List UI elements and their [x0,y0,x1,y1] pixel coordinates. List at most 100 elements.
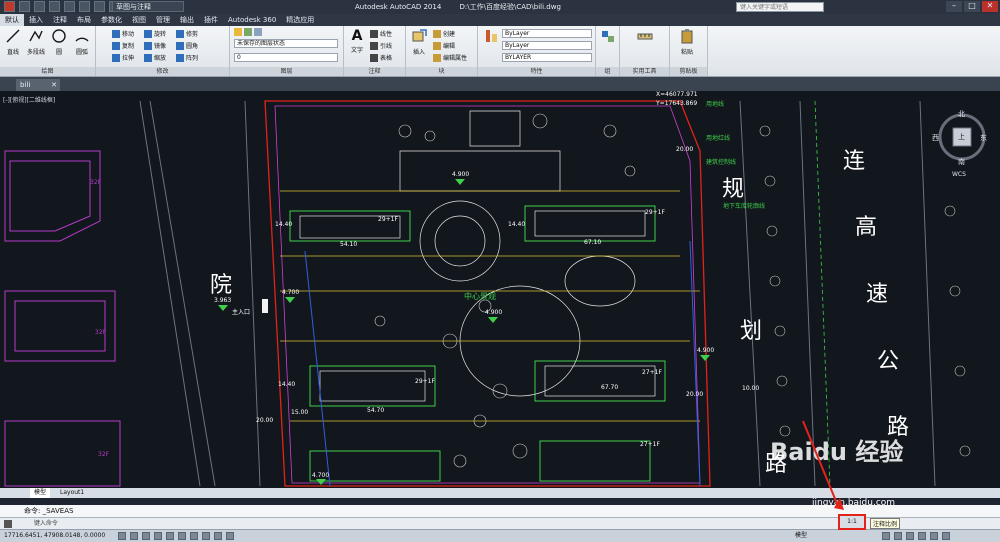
clean-screen-icon[interactable] [942,532,950,540]
linetype-combo[interactable]: ByLayer [502,41,592,50]
save-as-icon[interactable] [64,1,75,12]
close-button[interactable]: ✕ [982,1,998,12]
line-tool[interactable]: 直线 [2,28,24,56]
snap-toggle[interactable] [130,532,138,540]
circle-tool[interactable]: 圆 [48,28,70,56]
insert-tool[interactable]: 插入 [408,28,430,56]
infer-constraints-toggle[interactable] [118,532,126,540]
fillet-button[interactable]: 圆角 [186,41,198,50]
lineweight-combo[interactable]: BYLAYER [502,53,592,62]
leader-row: 引线 [370,41,392,50]
lock-icon[interactable] [894,532,902,540]
viewcube[interactable]: 北 南 东 西 上 WCS [932,109,992,185]
tab-autodesk360[interactable]: Autodesk 360 [223,14,281,26]
tab-home[interactable]: 默认 [0,14,24,26]
tab-plugins[interactable]: 插件 [199,14,223,26]
undo-icon[interactable] [94,1,105,12]
command-customize-icon[interactable] [4,519,12,528]
paste-tool[interactable]: 粘贴 [676,28,698,56]
create-block-icon [433,29,441,38]
close-icon[interactable]: ✕ [51,79,57,91]
command-prompt: 键入命令 [33,520,58,527]
table-button[interactable]: 表格 [380,53,392,62]
viewport-controls[interactable]: [-][俯视][二维线框] [3,95,55,104]
edit-attributes-button[interactable]: 编辑属性 [443,53,467,62]
group-tool[interactable] [597,28,619,47]
level-label: 4.900 [452,171,470,178]
stretch-button[interactable]: 拉伸 [122,53,134,62]
model-space-button[interactable]: 模型 [795,530,807,542]
match-properties-tool[interactable] [480,28,502,47]
polyline-tool[interactable]: 多段线 [25,28,47,56]
minimize-button[interactable]: – [946,1,962,12]
tab-parametric[interactable]: 参数化 [96,14,127,26]
otrack-toggle[interactable] [190,532,198,540]
grid-toggle[interactable] [142,532,150,540]
tab-view[interactable]: 视图 [127,14,151,26]
array-button[interactable]: 阵列 [186,53,198,62]
workspace-switch-icon[interactable] [882,532,890,540]
viewcube-south[interactable]: 南 [958,157,965,167]
mirror-button[interactable]: 镜像 [154,41,166,50]
ucs-toggle[interactable] [202,532,210,540]
copy-icon [112,41,120,50]
osnap-toggle[interactable] [178,532,186,540]
lineweight-toggle[interactable] [226,532,234,540]
red-arrow-annotation [802,420,844,510]
save-icon[interactable] [49,1,60,12]
level-label: 4.900 [485,309,503,316]
search-input[interactable]: 键入关键字或短语 [736,2,824,12]
text-tool[interactable]: A 文字 [346,28,368,54]
app-menu-icon[interactable] [4,1,15,12]
maximize-button[interactable]: □ [964,1,980,12]
status-menu-icon[interactable] [930,532,938,540]
document-tab-label: bili [20,81,31,89]
rotate-button[interactable]: 旋转 [154,29,166,38]
create-block-button[interactable]: 创建 [443,29,455,38]
arc-tool[interactable]: 圆弧 [71,28,93,56]
trim-button[interactable]: 修剪 [186,29,198,38]
copy-button[interactable]: 复制 [122,41,134,50]
dimension-label: 67.70 [601,384,619,391]
open-icon[interactable] [34,1,45,12]
new-icon[interactable] [19,1,30,12]
isolate-objects-icon[interactable] [918,532,926,540]
floor-label: 32F [90,179,102,186]
tab-output[interactable]: 输出 [175,14,199,26]
tab-layout[interactable]: 布局 [72,14,96,26]
linear-dim-button[interactable]: 线性 [380,29,392,38]
wcs-menu[interactable]: WCS [952,171,966,178]
viewcube-east[interactable]: 东 [980,133,987,143]
ortho-toggle[interactable] [154,532,162,540]
tab-featured-apps[interactable]: 精选应用 [281,14,319,26]
layer-state-combo[interactable]: 未保存的图层状态 [234,39,338,48]
plan-label-char: 划 [740,319,763,344]
edit-block-button[interactable]: 编辑 [443,41,455,50]
leader-button[interactable]: 引线 [380,41,392,50]
measure-tool[interactable] [634,28,656,47]
tab-model[interactable]: 模型 [30,488,51,498]
table-icon [370,53,378,62]
color-combo[interactable]: ByLayer [502,29,592,38]
viewcube-north[interactable]: 北 [958,109,965,119]
move-button[interactable]: 移动 [122,29,134,38]
plot-icon[interactable] [79,1,90,12]
dyn-toggle[interactable] [214,532,222,540]
layer-freeze-icon[interactable] [254,28,262,36]
drawing-canvas[interactable]: [-][俯视][二维线框] 连 高 速 公 路 规 划 院 路 4.900 4.… [0,91,1000,488]
hardware-acceleration-icon[interactable] [906,532,914,540]
viewcube-top-face[interactable]: 上 [958,132,965,142]
layer-properties-icon[interactable] [234,28,242,36]
workspace-select[interactable]: 草图与注释 [112,1,184,12]
tab-annotate[interactable]: 注释 [48,14,72,26]
tab-manage[interactable]: 管理 [151,14,175,26]
scale-button[interactable]: 缩放 [154,53,166,62]
tab-insert[interactable]: 插入 [24,14,48,26]
viewcube-west[interactable]: 西 [932,133,939,143]
level-label: 4.700 [282,289,300,296]
current-layer-combo[interactable]: 0 [234,53,338,62]
polar-toggle[interactable] [166,532,174,540]
document-tab-bili[interactable]: bili ✕ [16,79,60,91]
layer-on-icon[interactable] [244,28,252,36]
tab-layout1[interactable]: Layout1 [56,488,88,498]
